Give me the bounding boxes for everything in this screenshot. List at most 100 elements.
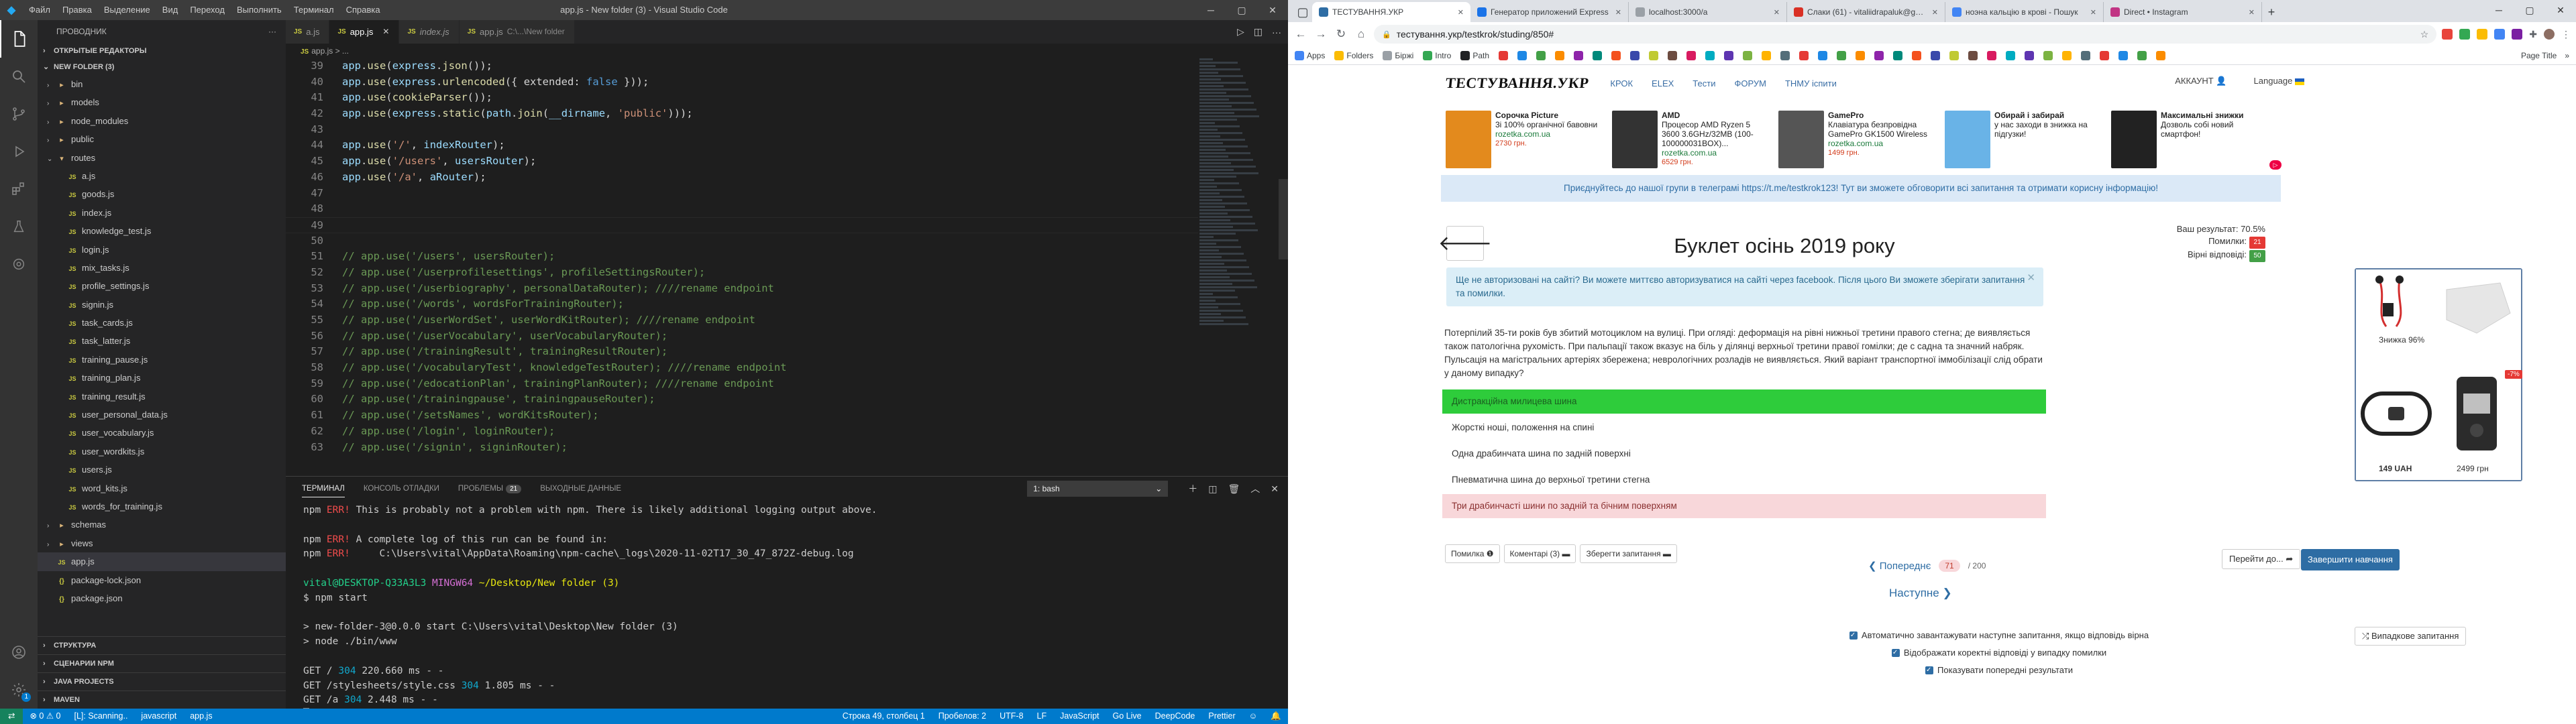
menu-item[interactable]: Выделение	[98, 0, 156, 20]
status-item[interactable]: ⊗ 0 ⚠ 0	[23, 709, 67, 724]
open-editors-section[interactable]: › ОТКРЫТЫЕ РЕДАКТОРЫ	[38, 43, 286, 59]
tab-search-icon[interactable]: ▢	[1293, 2, 1312, 22]
close-tab-icon[interactable]: ✕	[1615, 8, 1621, 17]
nav-link[interactable]: ТНМУ іспити	[1785, 78, 1837, 88]
tree-file[interactable]: JS signin.js	[38, 296, 286, 314]
bookmark-icon[interactable]	[1780, 50, 1790, 60]
editor-tab[interactable]: JS app.js ✕	[329, 20, 400, 44]
tree-file[interactable]: JS training_pause.js	[38, 351, 286, 369]
bookmark-icon[interactable]	[1949, 50, 1959, 60]
next-link[interactable]: Наступне ❯	[1889, 587, 1952, 600]
bookmark-icon[interactable]	[2156, 50, 2165, 60]
answer-option[interactable]: Дистракційна милицева шина	[1442, 389, 2046, 414]
tree-file[interactable]: JS profile_settings.js	[38, 277, 286, 295]
bookmark-icon[interactable]	[1762, 50, 1771, 60]
finish-button[interactable]: Завершити навчання	[2301, 549, 2400, 570]
close-window-icon[interactable]: ✕	[1257, 0, 1288, 20]
telegram-banner[interactable]: Приєднуйтесь до нашої групи в телеграмі …	[1441, 175, 2281, 202]
bookmark-item[interactable]: Folders	[1334, 50, 1373, 60]
bookmark-icon[interactable]	[2062, 50, 2072, 60]
tree-file[interactable]: JS user_vocabulary.js	[38, 424, 286, 442]
menu-item[interactable]: Выполнить	[231, 0, 288, 20]
tab-terminal[interactable]: ТЕРМИНАЛ	[302, 485, 345, 497]
minimap[interactable]	[1199, 58, 1273, 476]
explorer-icon[interactable]	[0, 20, 38, 58]
maximize-icon[interactable]: ▢	[2514, 0, 2545, 20]
sidebar-section[interactable]: › MAVEN	[38, 690, 286, 709]
question-tool-button[interactable]: Помилка ❶	[1445, 544, 1500, 563]
status-item[interactable]: UTF-8	[993, 709, 1030, 724]
tree-file[interactable]: JS user_personal_data.js	[38, 406, 286, 424]
bookmark-icon[interactable]	[2081, 50, 2090, 60]
run-icon[interactable]: ▷	[1237, 26, 1244, 38]
tab-debug-console[interactable]: КОНСОЛЬ ОТЛАДКИ	[364, 485, 439, 493]
bookmark-icon[interactable]	[1912, 50, 1921, 60]
terminal-select[interactable]: 1: bash ⌄	[1027, 481, 1169, 497]
bookmark-icon[interactable]	[1499, 50, 1508, 60]
tree-file[interactable]: JS a.js	[38, 167, 286, 185]
answer-option[interactable]: Жорсткі ноші, положення на спині	[1442, 416, 2046, 440]
bookmark-icon[interactable]	[1931, 50, 1940, 60]
menu-item[interactable]: Терминал	[288, 0, 340, 20]
bookmark-icon[interactable]	[1686, 50, 1696, 60]
browser-tab[interactable]: Слаки (61) - vitaliidrapaluk@gm... ✕	[1787, 2, 1945, 22]
tree-file[interactable]: JS words_for_training.js	[38, 497, 286, 516]
bookmark-icon[interactable]	[1968, 50, 1978, 60]
browser-tab[interactable]: localhost:3000/a ✕	[1629, 2, 1787, 22]
back-arrow-icon[interactable]: ←	[1293, 27, 1308, 41]
bookmark-icon[interactable]	[2043, 50, 2053, 60]
profile-avatar[interactable]	[2544, 29, 2555, 40]
notifications-bell-icon[interactable]: 🔔	[1264, 709, 1288, 724]
status-item[interactable]: app.js	[183, 709, 219, 724]
code-editor[interactable]: 39 app.use(express.json()); 40 app.use(expr…	[286, 58, 1198, 476]
tree-file[interactable]: JS training_plan.js	[38, 369, 286, 387]
bookmark-icon[interactable]	[1874, 50, 1884, 60]
bookmark-icon[interactable]	[1574, 50, 1583, 60]
bookmark-item[interactable]: Page Title	[2521, 51, 2557, 60]
new-tab-icon[interactable]: +	[2262, 2, 2281, 22]
status-item[interactable]: LF	[1030, 709, 1054, 724]
tree-file[interactable]: JS task_cards.js	[38, 314, 286, 332]
ad-item[interactable]: GamePro Клавіатура безпровідна GamePro GK…	[1778, 111, 1937, 171]
menu-item[interactable]: Правка	[56, 0, 98, 20]
bookmark-icon[interactable]	[1536, 50, 1546, 60]
more-icon[interactable]: ···	[1272, 27, 1281, 38]
account-icon[interactable]	[0, 634, 38, 671]
testing-icon[interactable]	[0, 208, 38, 245]
tree-file[interactable]: JS training_result.js	[38, 387, 286, 406]
close-tab-icon[interactable]: ✕	[1458, 8, 1464, 17]
menu-item[interactable]: Файл	[23, 0, 56, 20]
language-select[interactable]: Language	[2254, 76, 2304, 86]
status-item[interactable]: DeepCode	[1148, 709, 1202, 724]
ad-item[interactable]: Сорочка Picture 3i 100% органічної бавовн…	[1446, 111, 1604, 171]
option-checkbox[interactable]: Показувати попередні результати	[1784, 662, 2214, 679]
folder-section[interactable]: ⌄ NEW FOLDER (3)	[38, 59, 286, 75]
extensions-icon[interactable]	[0, 170, 38, 208]
extension-icon[interactable]	[2512, 29, 2523, 40]
status-item[interactable]: javascript	[134, 709, 183, 724]
tree-folder[interactable]: › ▸ views	[38, 534, 286, 552]
scrollbar-thumb[interactable]	[1279, 179, 1288, 259]
maximize-icon[interactable]: ▢	[1226, 0, 1257, 20]
maximize-panel-icon[interactable]: ︿	[1250, 482, 1260, 495]
ad-item[interactable]: AMD Процесор AMD Ryzen 5 3600 3.6GHz/32MB…	[1612, 111, 1770, 171]
sidebar-section[interactable]: › СЦЕНАРИИ NPM	[38, 654, 286, 672]
split-editor-icon[interactable]: ◫	[1254, 26, 1263, 38]
run-debug-icon[interactable]	[0, 133, 38, 170]
feedback-icon[interactable]: ☺	[1242, 709, 1265, 724]
split-terminal-icon[interactable]: ◫	[1208, 483, 1217, 495]
page-number[interactable]: 71	[1939, 560, 1960, 572]
tree-folder[interactable]: ⌄ ▾ routes	[38, 149, 286, 167]
bookmark-icon[interactable]	[2137, 50, 2147, 60]
bookmark-icon[interactable]	[2025, 50, 2034, 60]
prev-link[interactable]: ❮ Попереднє	[1868, 560, 1931, 572]
new-terminal-icon[interactable]: ＋	[1188, 482, 1197, 495]
status-item[interactable]: Prettier	[1201, 709, 1242, 724]
tree-file[interactable]: JS user_wordkits.js	[38, 442, 286, 461]
tree-file[interactable]: JS app.js	[38, 552, 286, 571]
bookmark-icon[interactable]	[1668, 50, 1677, 60]
extension-icon[interactable]	[2459, 29, 2471, 40]
checkbox-checked-icon[interactable]	[1891, 644, 1900, 662]
browser-tab[interactable]: Генератор приложений Express ✕	[1470, 2, 1629, 22]
bookmark-icon[interactable]	[1743, 50, 1752, 60]
